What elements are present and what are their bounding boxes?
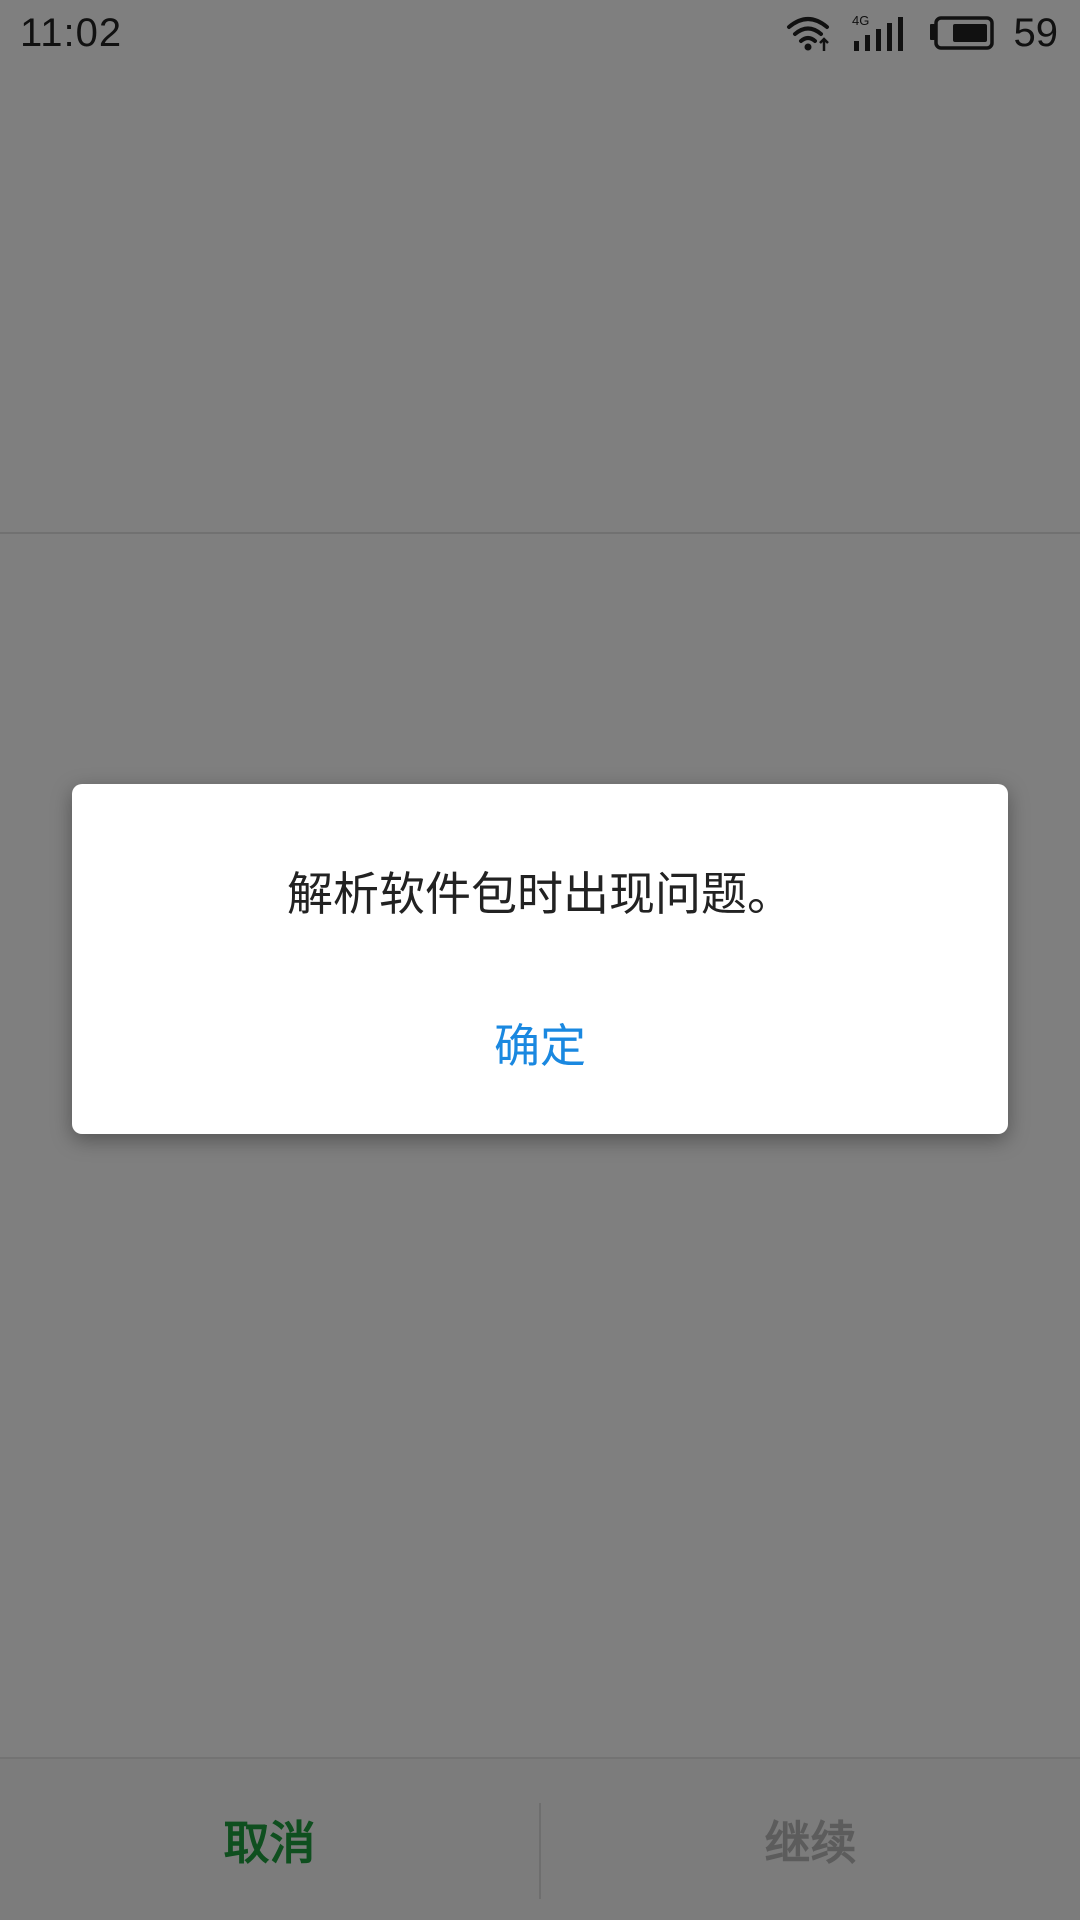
dialog-message: 解析软件包时出现问题。 — [287, 867, 793, 921]
parse-error-dialog: 解析软件包时出现问题。 确定 — [72, 784, 1008, 1134]
ok-button[interactable]: 确定 — [440, 998, 640, 1088]
